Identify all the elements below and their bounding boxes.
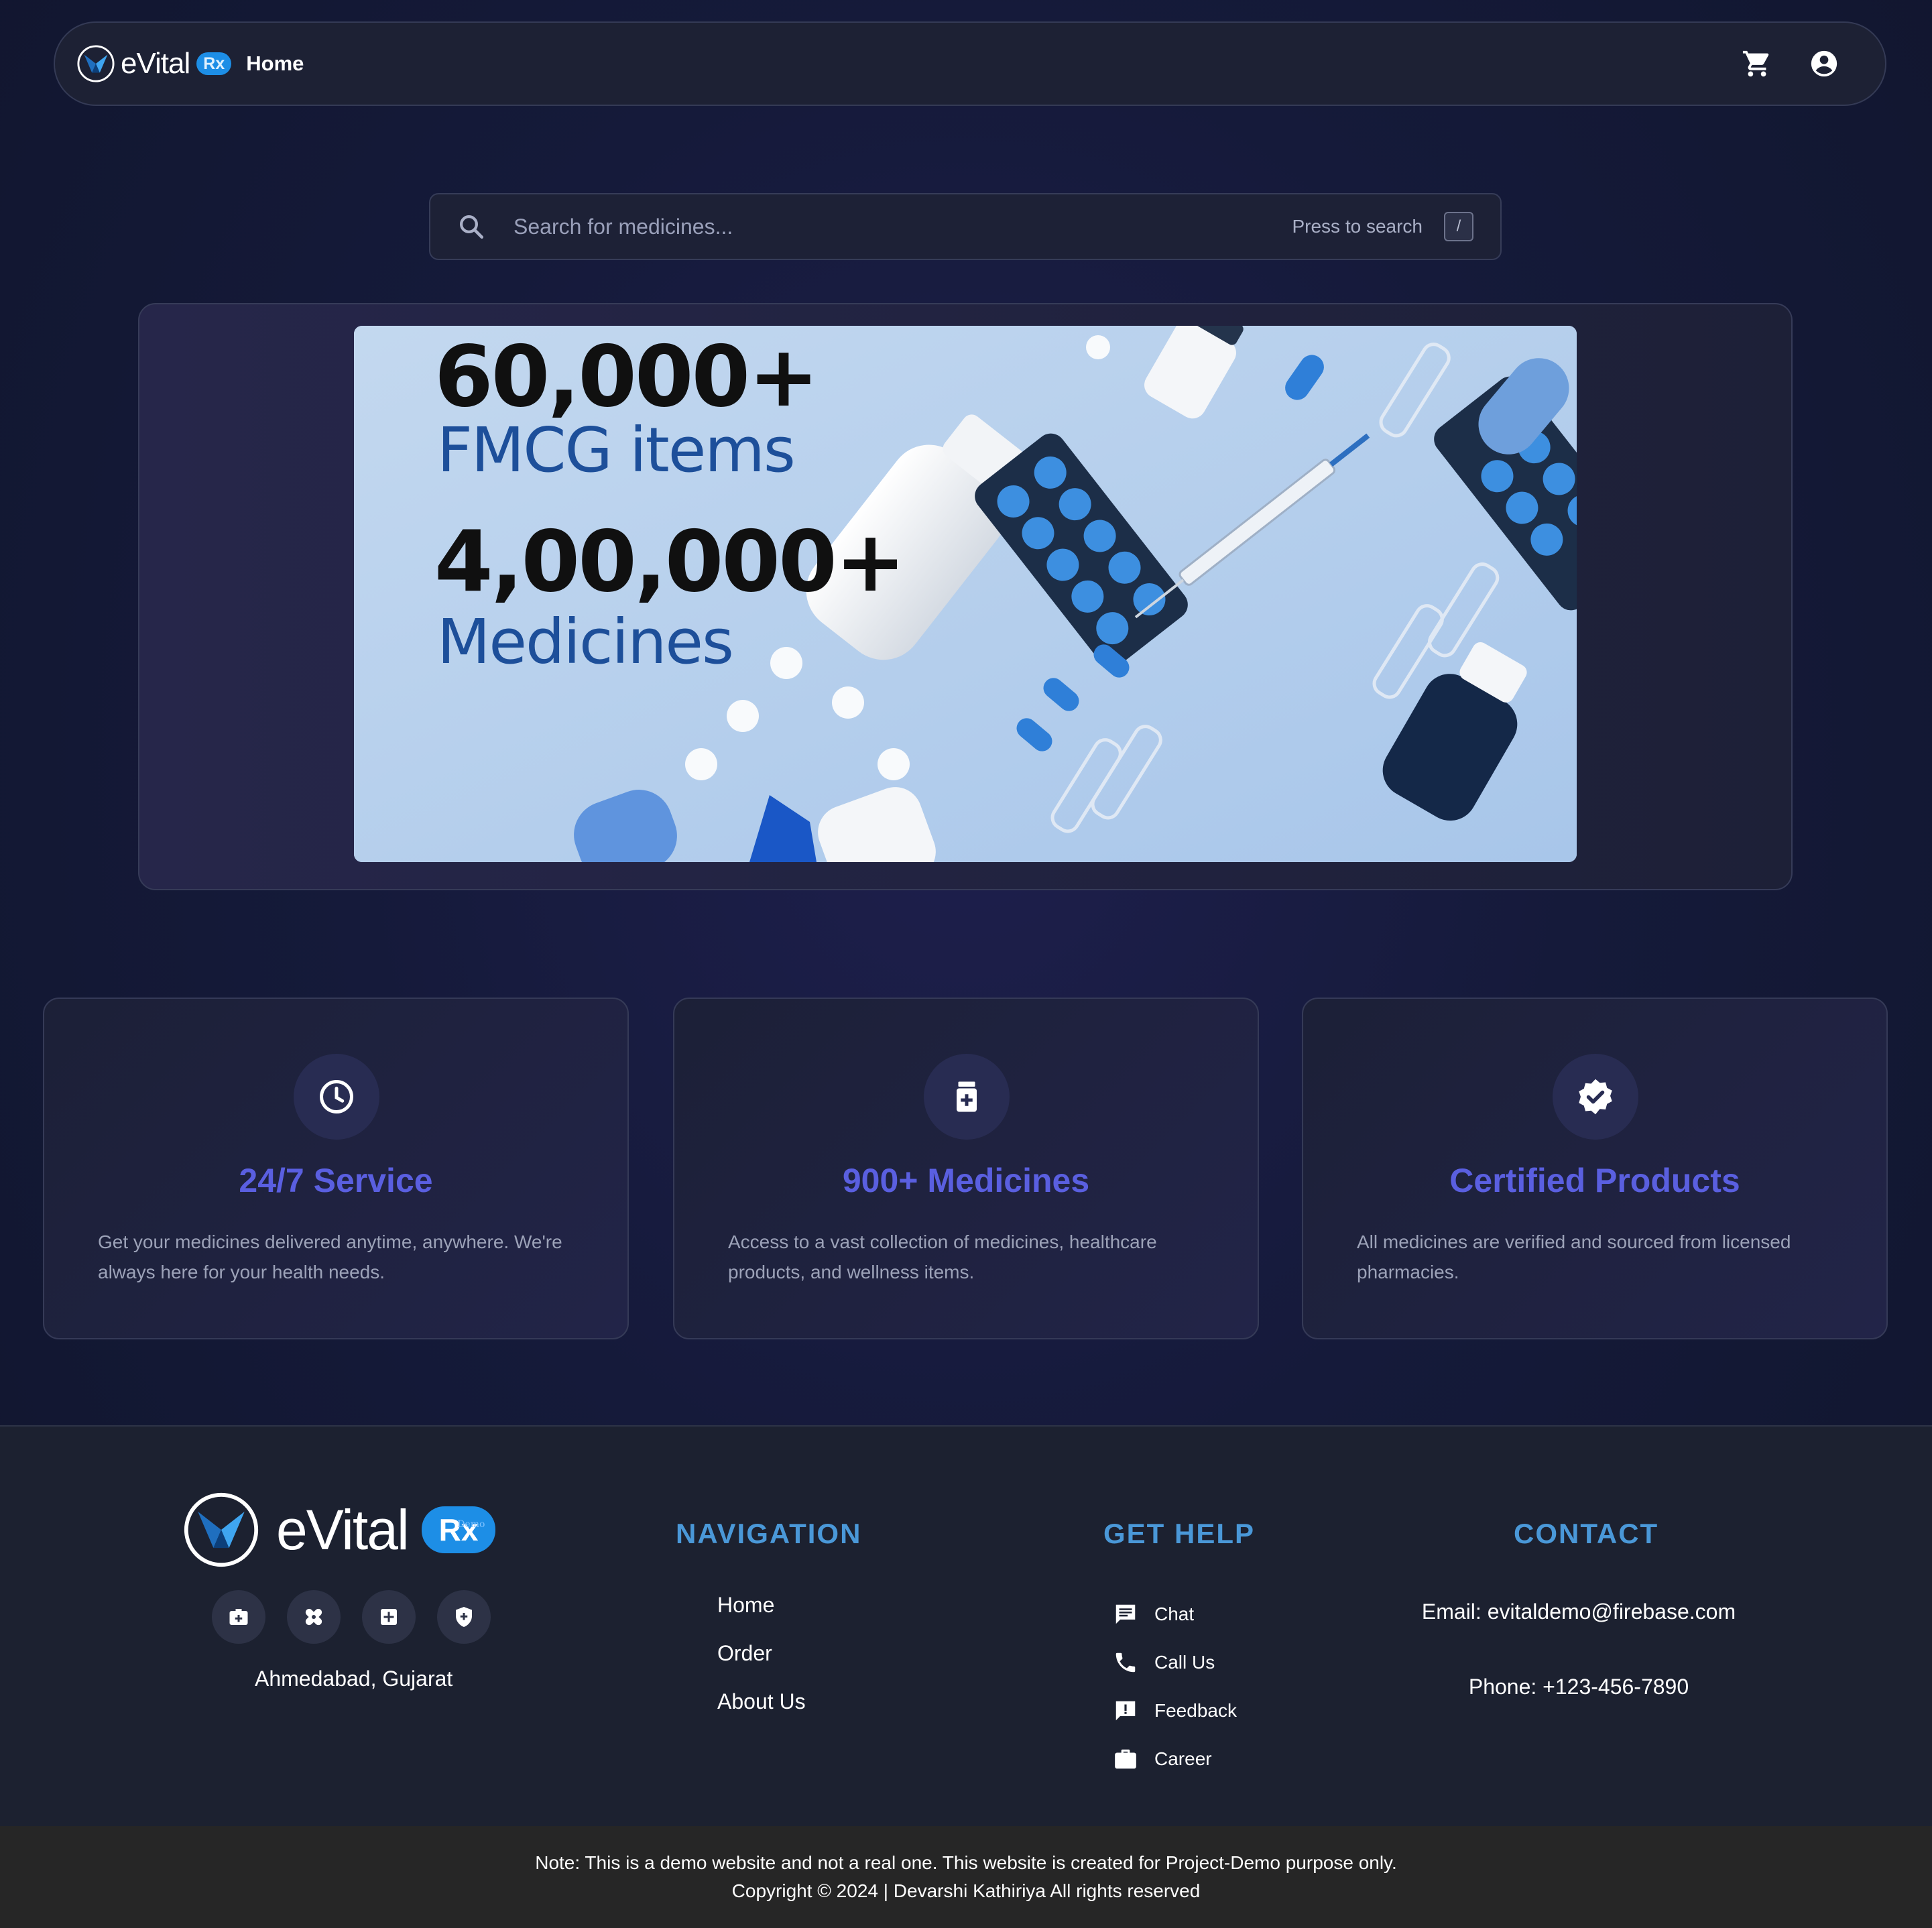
feature-card-medicines: 900+ Medicines Access to a vast collecti…: [673, 998, 1259, 1339]
banner-medicines-count: 4,00,000+: [434, 512, 906, 611]
social-button[interactable]: [287, 1590, 341, 1644]
banner-fmcg-label: FMCG items: [437, 414, 796, 486]
promo-banner[interactable]: 60,000+ FMCG items 4,00,000+ Medicines: [354, 326, 1577, 862]
evital-logo-icon: [77, 45, 115, 82]
help-item-label: Feedback: [1154, 1700, 1237, 1721]
help-item-label: Career: [1154, 1748, 1212, 1769]
footer-link-order[interactable]: Order: [717, 1641, 806, 1689]
help-item-call[interactable]: Call Us: [1113, 1638, 1237, 1687]
navbar-actions: [1742, 48, 1864, 79]
search-icon: [460, 215, 484, 239]
demo-note: Note: This is a demo website and not a r…: [535, 1852, 1397, 1873]
footer-demo-label: Demo: [457, 1519, 485, 1530]
feature-title: 900+ Medicines: [842, 1162, 1090, 1199]
clock-icon: [320, 1080, 353, 1113]
social-button[interactable]: [362, 1590, 416, 1644]
footer-contact-phone[interactable]: Phone: +123-456-7890: [1368, 1675, 1790, 1699]
search-shortcut-key: /: [1444, 212, 1473, 241]
footer-logo[interactable]: eVital Rx Demo: [182, 1491, 496, 1569]
help-item-career[interactable]: Career: [1113, 1735, 1237, 1783]
site-footer: eVital Rx Demo Ahmedabad, Gujarat NAVIGA…: [0, 1425, 1932, 1826]
cart-icon[interactable]: [1742, 48, 1772, 79]
feature-description: All medicines are verified and sourced f…: [1357, 1231, 1791, 1282]
copyright-text: Copyright © 2024 | Devarshi Kathiriya Al…: [731, 1880, 1201, 1901]
footer-navigation-links: Home Order About Us: [717, 1593, 806, 1738]
phone-icon: [1115, 1652, 1136, 1673]
help-item-chat[interactable]: Chat: [1113, 1590, 1237, 1638]
footer-logo-text: eVital: [276, 1498, 410, 1561]
help-item-feedback[interactable]: Feedback: [1113, 1687, 1237, 1735]
brand-logo[interactable]: eVital Rx: [76, 44, 232, 83]
search-input[interactable]: [514, 214, 1251, 239]
evital-logo-icon: [184, 1492, 259, 1567]
feature-description: Access to a vast collection of medicines…: [728, 1231, 1157, 1282]
logo-text: eVital: [121, 47, 190, 80]
feature-icon-wrap: [1553, 1054, 1638, 1140]
search-bar[interactable]: Press to search /: [429, 193, 1502, 260]
search-hint: Press to search: [1292, 216, 1423, 237]
feature-title: Certified Products: [1449, 1162, 1740, 1199]
footer-rx-badge: Rx Demo: [421, 1506, 496, 1553]
banner-fmcg-count: 60,000+: [434, 327, 819, 426]
footer-link-home[interactable]: Home: [717, 1593, 806, 1641]
feature-title: 24/7 Service: [239, 1162, 433, 1199]
footer-navigation-heading: NAVIGATION: [676, 1518, 862, 1549]
nav-home-link[interactable]: Home: [246, 52, 304, 76]
footer-contact-email[interactable]: Email: evitaldemo@firebase.com: [1368, 1600, 1790, 1624]
help-item-label: Call Us: [1154, 1652, 1215, 1673]
social-button[interactable]: [437, 1590, 491, 1644]
account-circle-icon[interactable]: [1809, 48, 1839, 79]
footer-contact-heading: CONTACT: [1514, 1518, 1659, 1549]
briefcase-icon: [1115, 1749, 1136, 1769]
shield-icon: [456, 1607, 472, 1627]
feature-card-certified: Certified Products All medicines are ver…: [1302, 998, 1888, 1339]
footer-city: Ahmedabad, Gujarat: [255, 1667, 453, 1691]
promo-banner-card: 60,000+ FMCG items 4,00,000+ Medicines: [138, 303, 1793, 890]
bandage-icon: [305, 1608, 322, 1626]
medical-bag-icon: [229, 1609, 248, 1625]
feature-description: Get your medicines delivered anytime, an…: [98, 1231, 562, 1282]
feature-icon-wrap: [924, 1054, 1010, 1140]
logo-rx-badge: Rx: [196, 52, 232, 75]
social-icons: [212, 1590, 491, 1644]
banner-medicines-label: Medicines: [437, 606, 734, 678]
chat-icon: [1115, 1604, 1136, 1624]
medication-icon: [957, 1081, 977, 1112]
footer-help-links: Chat Call Us Feedback Career: [1113, 1590, 1237, 1783]
help-item-label: Chat: [1154, 1604, 1195, 1624]
feature-card-service: 24/7 Service Get your medicines delivere…: [43, 998, 629, 1339]
social-button[interactable]: [212, 1590, 265, 1644]
footer-help-heading: GET HELP: [1103, 1518, 1256, 1549]
hospital-icon: [381, 1609, 397, 1625]
feature-icon-wrap: [294, 1054, 379, 1140]
copyright-bar: Note: This is a demo website and not a r…: [0, 1826, 1932, 1928]
feedback-icon: [1115, 1701, 1136, 1721]
footer-link-about[interactable]: About Us: [717, 1689, 806, 1738]
top-navbar: eVital Rx Home: [54, 21, 1886, 106]
verified-icon: [1579, 1079, 1612, 1115]
